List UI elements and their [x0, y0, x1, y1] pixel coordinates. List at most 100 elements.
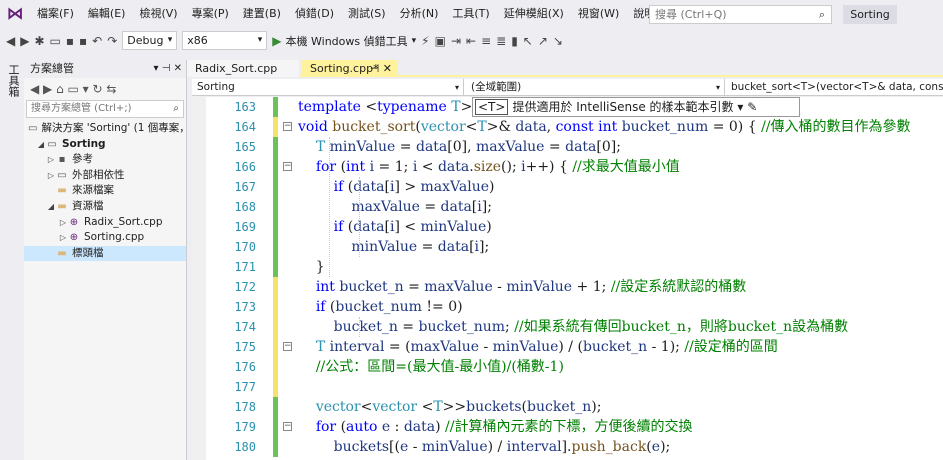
- open-file-icon[interactable]: ▭: [50, 30, 61, 52]
- comment-icon[interactable]: ≡: [481, 30, 491, 52]
- tab-radix-sort[interactable]: Radix_Sort.cpp: [187, 60, 299, 77]
- redo-icon[interactable]: ↷: [107, 30, 117, 52]
- standard-toolbar: ◀ ▶ ✱ ▭ ▪ ▪ ↶ ↷ Debug ▾ x86 ▾ ▶ 本機 Windows…: [0, 28, 943, 53]
- expander-icon[interactable]: ◢: [36, 137, 46, 153]
- menu-item[interactable]: 檢視(V): [132, 0, 184, 28]
- code-line[interactable]: if (bucket_num != 0): [298, 297, 463, 317]
- code-line[interactable]: vector<vector <T>>buckets(bucket_n);: [298, 397, 602, 417]
- menu-item[interactable]: 測試(S): [341, 0, 393, 28]
- chevron-down-icon: ▾: [167, 35, 173, 45]
- menu-item[interactable]: 分析(N): [393, 0, 446, 28]
- next-bookmark-icon[interactable]: ↗: [538, 30, 548, 52]
- code-line[interactable]: for (auto e : data) //計算桶內元素的下標，方便後續的交換: [298, 417, 693, 437]
- references-icon: ▪: [58, 154, 66, 166]
- expander-icon[interactable]: ▷: [46, 152, 56, 168]
- solution-explorer-search[interactable]: 搜尋方案總管 (Ctrl+;) ⌕: [26, 100, 184, 118]
- collapse-icon[interactable]: −: [283, 162, 292, 171]
- new-project-icon[interactable]: ✱: [34, 30, 44, 52]
- expander-icon[interactable]: ▷: [58, 230, 68, 246]
- tree-item[interactable]: ▷ ▭ 外部相依性: [24, 168, 186, 184]
- expander-icon[interactable]: ▷: [58, 215, 68, 231]
- tree-item[interactable]: ▭ 解決方案 'Sorting' (1 個專案，: [24, 121, 190, 137]
- expander-icon[interactable]: ▷: [46, 168, 56, 184]
- tree-item[interactable]: ▷ ⊕ Sorting.cpp: [24, 230, 186, 246]
- template-argument-tooltip[interactable]: <T> 提供適用於 IntelliSense 的樣本範本引數 ▾ ✎: [472, 97, 800, 117]
- code-line[interactable]: if (data[i] < minValue): [298, 217, 492, 237]
- chevron-down-icon[interactable]: ▾: [737, 100, 743, 114]
- menu-item[interactable]: 延伸模組(X): [497, 0, 571, 28]
- platform-dropdown[interactable]: x86 ▾: [182, 31, 268, 50]
- undo-icon[interactable]: ↶: [92, 30, 102, 52]
- breakpoint-margin[interactable]: [192, 97, 206, 460]
- menu-item[interactable]: 專案(P): [185, 0, 236, 28]
- solution-name-badge[interactable]: Sorting: [843, 5, 897, 24]
- code-line[interactable]: if (data[i] > maxValue): [298, 177, 495, 197]
- solution-explorer-toolbar[interactable]: ◀ ▶ ⌂ ▭ ▾ ↻ ⇆: [24, 78, 186, 100]
- clear-bookmarks-icon[interactable]: ↘: [553, 30, 563, 52]
- pin-close-icon[interactable]: ▾ ⊣ ✕: [154, 60, 182, 78]
- indent-icon[interactable]: ⇥: [451, 30, 461, 52]
- menu-item[interactable]: 視窗(W): [571, 0, 626, 28]
- line-number: 172: [234, 280, 256, 294]
- code-line[interactable]: int bucket_n = maxValue - minValue + 1; …: [298, 277, 746, 297]
- collapse-icon[interactable]: −: [283, 422, 292, 431]
- bookmark-icon[interactable]: ▮: [511, 30, 518, 52]
- tab-sorting[interactable]: Sorting.cpp* ⊣ ✕: [302, 60, 398, 77]
- tree-item[interactable]: ▬ 標頭檔: [24, 245, 186, 262]
- prev-bookmark-icon[interactable]: ↖: [523, 30, 533, 52]
- tree-item[interactable]: ▷ ⊕ Radix_Sort.cpp: [24, 215, 186, 231]
- line-number: 170: [234, 240, 256, 254]
- search-box[interactable]: 搜尋 (Ctrl+Q) ⌕: [649, 5, 832, 24]
- menu-item[interactable]: 建置(B): [236, 0, 288, 28]
- code-line[interactable]: buckets[(e - minValue) / interval].push_…: [298, 437, 671, 457]
- code-line[interactable]: bucket_n = bucket_num; //如果系統有傳回bucket_n…: [298, 317, 848, 337]
- folder-icon: ▬: [57, 247, 67, 259]
- save-all-icon[interactable]: ▪: [79, 30, 87, 52]
- code-line[interactable]: maxValue = data[i];: [298, 197, 492, 217]
- code-editor[interactable]: 163 template <typename T> 164− void bucket_…: [192, 97, 943, 460]
- project-dropdown[interactable]: Sorting ▾: [194, 79, 464, 96]
- uncomment-icon[interactable]: ≣: [496, 30, 506, 52]
- scope-dropdown[interactable]: (全域範圍) ▾: [465, 79, 725, 96]
- toolbox-side-tab[interactable]: 工具箱: [0, 60, 22, 460]
- hot-reload-icon[interactable]: ⚡: [421, 30, 429, 52]
- tree-item[interactable]: ◢ ▭ Sorting: [24, 137, 186, 153]
- edit-icon[interactable]: ✎: [747, 100, 757, 114]
- tree-item[interactable]: ▷ ▪ 參考: [24, 152, 186, 168]
- configuration-dropdown[interactable]: Debug ▾: [122, 31, 178, 50]
- tree-item[interactable]: ▬ 來源檔案: [24, 183, 186, 199]
- solution-explorer: 方案總管 ▾ ⊣ ✕ ◀ ▶ ⌂ ▭ ▾ ↻ ⇆ 搜尋方案總管 (Ctrl+;)…: [24, 60, 190, 460]
- member-dropdown[interactable]: bucket_sort<T>(vector<T>& data, const: [727, 79, 943, 96]
- menu-item[interactable]: 工具(T): [445, 0, 496, 28]
- menu-item[interactable]: 檔案(F): [30, 0, 81, 28]
- close-icon[interactable]: ⊣ ✕: [370, 60, 392, 77]
- run-label: 本機 Windows 偵錯工具: [285, 34, 408, 48]
- tree-item[interactable]: ◢ ▬ 資源檔: [24, 199, 186, 215]
- code-line[interactable]: void bucket_sort(vector<T>& data, const …: [298, 117, 911, 137]
- code-line[interactable]: template <typename T>: [298, 97, 472, 117]
- outdent-icon[interactable]: ⇤: [466, 30, 476, 52]
- chevron-down-icon: ▾: [411, 35, 417, 46]
- screenshot-icon[interactable]: ▣: [435, 30, 446, 52]
- back-icon[interactable]: ◀: [6, 30, 15, 52]
- start-debugging-button[interactable]: ▶ 本機 Windows 偵錯工具 ▾: [272, 33, 416, 49]
- collapse-icon[interactable]: −: [283, 342, 292, 351]
- code-line[interactable]: for (int i = 1; i < data.size(); i++) { …: [298, 157, 680, 177]
- code-line[interactable]: //公式：區間=(最大值-最小值)/(桶數-1): [298, 357, 564, 377]
- collapse-icon[interactable]: −: [283, 122, 292, 131]
- expander-icon[interactable]: ◢: [46, 199, 56, 215]
- menu-item[interactable]: 偵錯(D): [288, 0, 341, 28]
- line-number: 174: [234, 320, 256, 334]
- code-line[interactable]: }: [298, 257, 325, 277]
- visual-studio-logo-icon[interactable]: ⋈: [0, 0, 30, 28]
- code-line[interactable]: T interval = (maxValue - minValue) / (bu…: [298, 337, 778, 357]
- code-line[interactable]: minValue = data[i];: [298, 237, 489, 257]
- solution-icon: ▭: [28, 123, 38, 134]
- search-icon: ⌕: [173, 103, 179, 114]
- tree-item-label: 資源檔: [72, 199, 104, 212]
- save-icon[interactable]: ▪: [66, 30, 74, 52]
- forward-icon[interactable]: ▶: [20, 30, 29, 52]
- code-line[interactable]: T minValue = data[0], maxValue = data[0]…: [298, 137, 621, 157]
- menu-item[interactable]: 編輯(E): [81, 0, 133, 28]
- line-number: 169: [234, 220, 256, 234]
